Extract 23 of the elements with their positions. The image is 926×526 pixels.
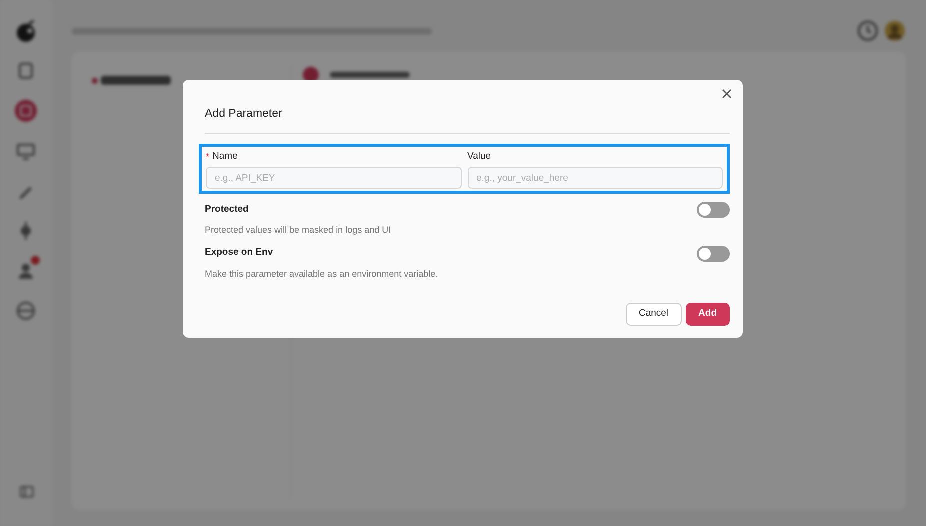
collapse-icon[interactable] — [20, 486, 34, 498]
add-button[interactable]: Add — [686, 303, 730, 326]
toggle-label: Expose on Env — [205, 246, 274, 260]
field-label: Value — [468, 150, 492, 164]
required-mark: * — [206, 150, 210, 164]
dialog-title: Add Parameter — [205, 107, 284, 122]
toggle-switch[interactable] — [697, 246, 730, 262]
status-dot-icon — [92, 78, 98, 84]
toggle-description: Protected values will be masked in logs and UI — [205, 224, 392, 237]
clock-icon[interactable] — [857, 20, 879, 42]
field-label: Name — [212, 150, 238, 164]
logo-icon — [15, 20, 37, 42]
avatar-icon[interactable] — [884, 20, 906, 42]
toggle-description: Make this parameter available as an environment variable. — [205, 268, 440, 281]
panel-title-bar — [100, 76, 170, 85]
toggle-switch[interactable] — [697, 202, 730, 218]
toggle-label: Protected — [205, 202, 249, 217]
input-field[interactable]: e.g., your_value_here — [468, 167, 723, 189]
input-field[interactable]: e.g., API_KEY — [206, 167, 462, 189]
cancel-button[interactable]: Cancel — [626, 303, 682, 326]
globe-icon[interactable] — [15, 300, 37, 322]
grid-icon[interactable] — [15, 100, 37, 122]
close-button[interactable] — [720, 87, 734, 101]
